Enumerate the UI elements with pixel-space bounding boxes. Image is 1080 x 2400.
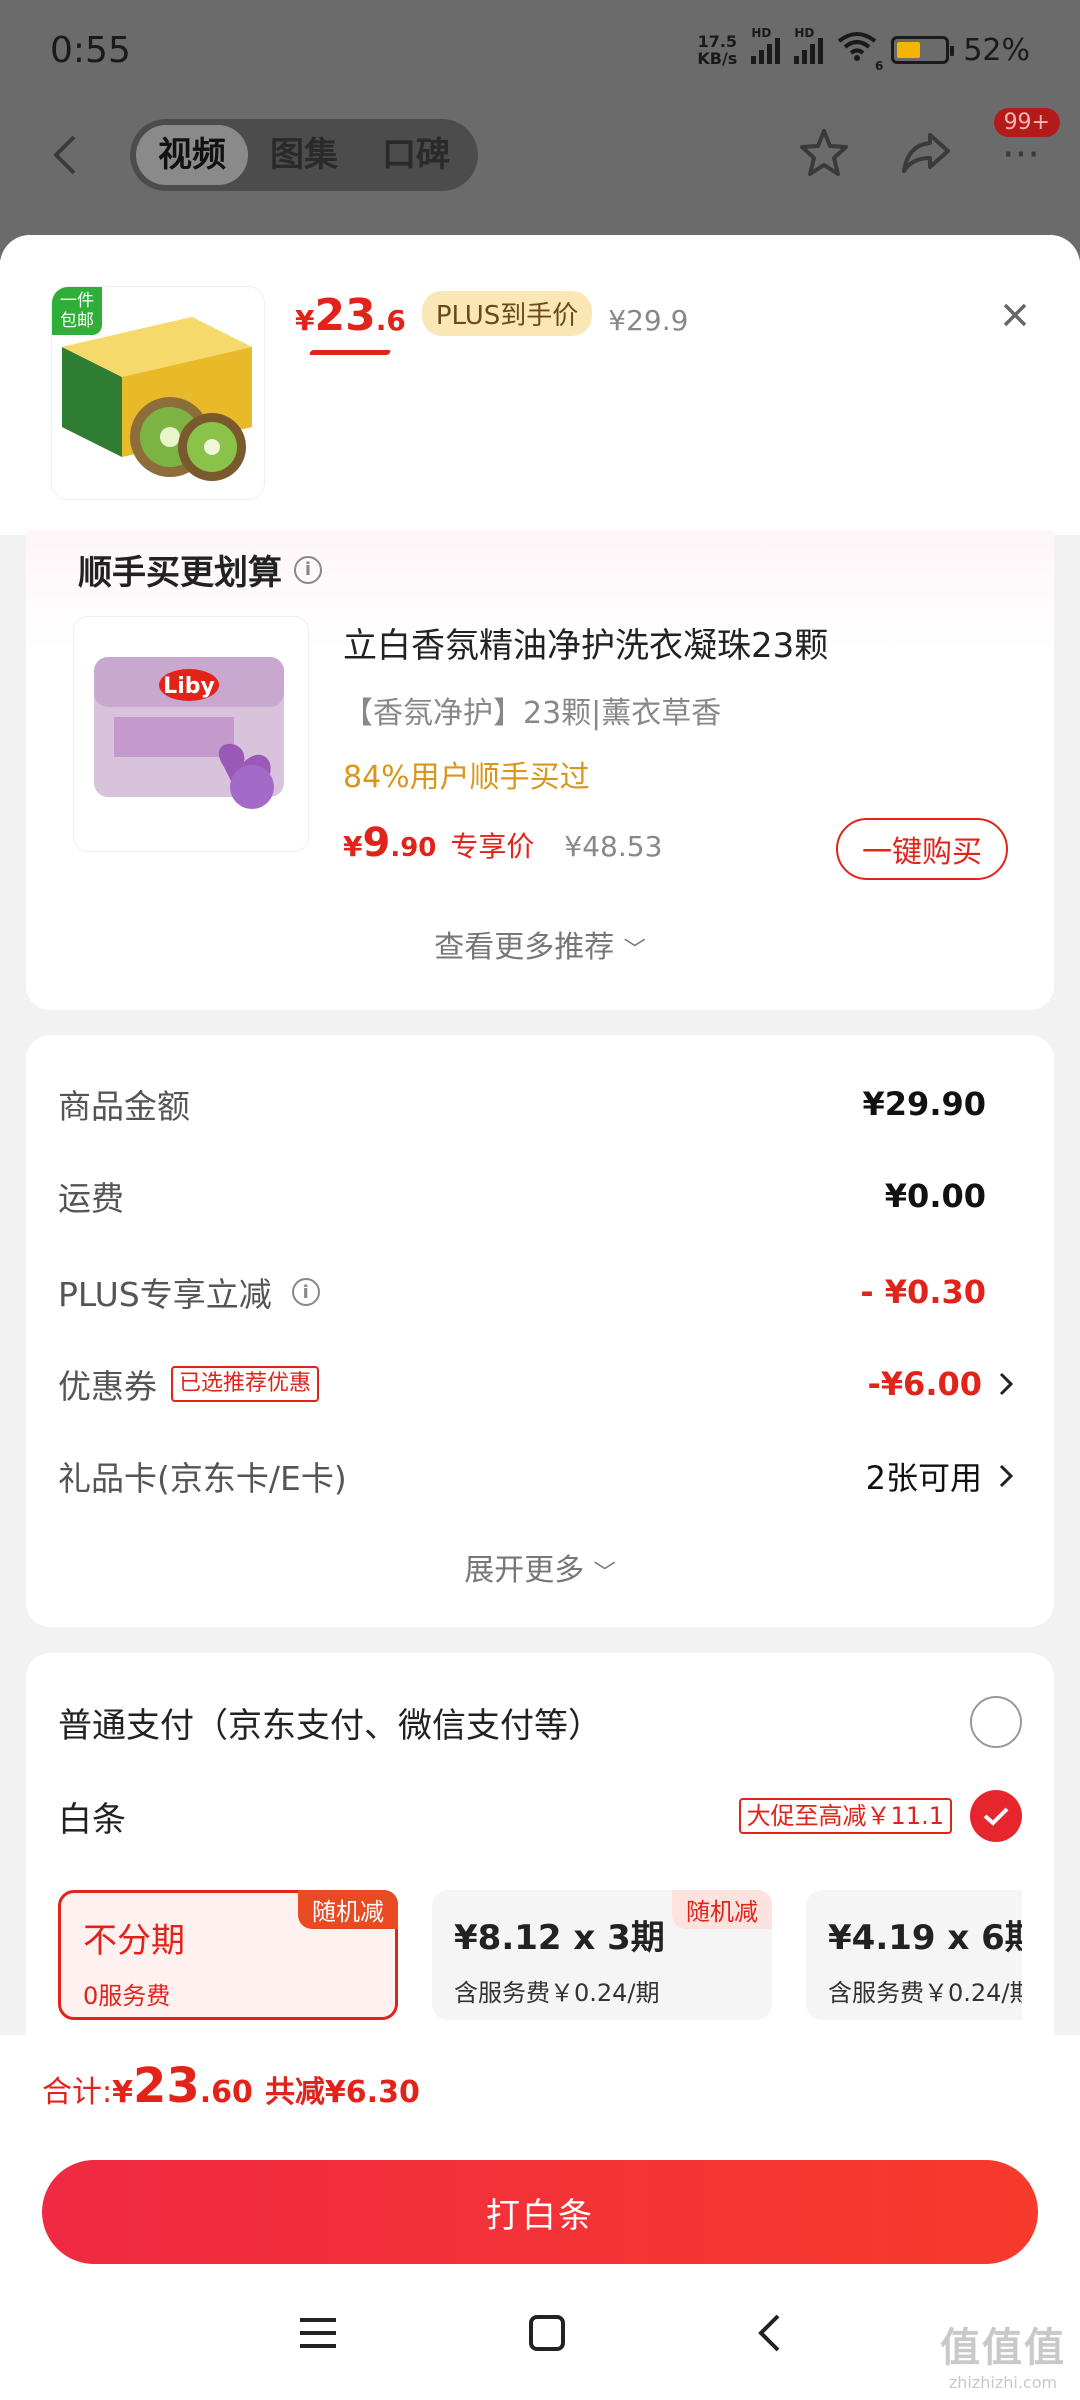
coupon-value: -¥6.00: [867, 1365, 983, 1403]
message-badge: 99+: [993, 108, 1060, 137]
original-price: ¥29.9: [608, 304, 689, 337]
installment-option-none[interactable]: 随机减 不分期 0服务费: [58, 1890, 398, 2020]
coupon-value-group: -¥6.00: [868, 1365, 1019, 1403]
tab-reviews[interactable]: 口碑: [360, 125, 472, 185]
recommend-bought-rate: 84%用户顺手买过: [343, 760, 590, 795]
price-underline: [308, 350, 392, 355]
back-arrow-icon[interactable]: [40, 130, 90, 180]
free-shipping-tag: 一件 包邮: [52, 287, 102, 335]
recommend-product-spec: 【香氛净护】23颗|薰衣草香: [343, 696, 722, 731]
wifi-icon: 6: [837, 31, 883, 73]
product-thumbnail: 一件 包邮: [52, 287, 264, 499]
chevron-right-icon: [998, 1369, 1018, 1399]
watermark: 值值值 zhizhizhi.com: [940, 2325, 1066, 2392]
network-speed: 17.5 KB/s: [697, 32, 738, 68]
media-tabs: 视频 图集 口碑: [130, 119, 478, 191]
chevron-down-icon: ﹀: [593, 1561, 616, 1586]
star-icon[interactable]: [798, 128, 850, 182]
nav-actions: ··· 99+: [798, 108, 1060, 182]
close-icon[interactable]: [990, 290, 1040, 340]
recommend-product-image[interactable]: Liby: [74, 617, 308, 851]
shipping-value: ¥0.00: [884, 1177, 986, 1215]
product-price: ¥23.6: [295, 290, 406, 341]
chevron-down-icon: ﹀: [623, 938, 646, 963]
recommend-title: 顺手买更划算 i: [78, 545, 322, 594]
random-discount-tag: 随机减: [298, 1890, 398, 1929]
info-icon[interactable]: i: [291, 1278, 320, 1306]
normal-payment-radio[interactable]: [970, 1696, 1022, 1748]
chevron-right-icon: [998, 1461, 1018, 1491]
svg-text:Liby: Liby: [163, 674, 215, 699]
plus-discount-value: - ¥0.30: [860, 1273, 986, 1311]
tab-gallery[interactable]: 图集: [248, 125, 360, 185]
menu-icon[interactable]: [298, 2316, 338, 2354]
recommend-original-price: ¥48.53: [564, 830, 663, 863]
signal-icon-1: HD: [751, 26, 781, 64]
system-nav-bar: [0, 2290, 1080, 2380]
order-total: 合计: ¥ 23 .60 共减¥6.30: [42, 2058, 420, 2114]
gift-card-row[interactable]: 礼品卡(京东卡/E卡) 2张可用: [58, 1452, 1018, 1500]
recommend-price-row: ¥9.90 专享价 ¥48.53: [343, 820, 662, 866]
status-time: 0:55: [50, 29, 131, 71]
random-discount-tag: 随机减: [672, 1890, 772, 1929]
baitiao-payment-row[interactable]: 白条 大促至高减￥11.1: [58, 1790, 1022, 1842]
plus-discount-row: PLUS专享立减 i - ¥0.30: [58, 1273, 986, 1314]
back-icon[interactable]: [756, 2313, 782, 2357]
installment-options: 随机减 不分期 0服务费 随机减 ¥8.12 x 3期 含服务费￥0.24/期 …: [58, 1890, 1022, 2020]
recommend-price: ¥9.90: [343, 820, 437, 866]
expand-more-link[interactable]: 展开更多 ﹀: [0, 1545, 1080, 1589]
status-icons: 17.5 KB/s HD HD 6 52%: [697, 26, 1030, 73]
battery-icon: [891, 36, 955, 64]
goods-amount-value: ¥29.90: [862, 1085, 986, 1123]
baitiao-promo-tag: 大促至高减￥11.1: [738, 1798, 952, 1834]
check-icon: [983, 1807, 1009, 1826]
coupon-selected-tag: 已选推荐优惠: [171, 1366, 320, 1402]
more-recommend-link[interactable]: 查看更多推荐 ﹀: [0, 922, 1080, 966]
signal-icon-2: HD: [794, 26, 824, 64]
home-icon[interactable]: [528, 2314, 566, 2356]
goods-amount-row: 商品金额 ¥29.90: [58, 1085, 986, 1126]
coupon-row[interactable]: 优惠券 已选推荐优惠 -¥6.00: [58, 1360, 1018, 1408]
plus-price-tag: PLUS到手价: [421, 291, 593, 336]
recommend-product-name[interactable]: 立白香氛精油净护洗衣凝珠23颗: [343, 618, 828, 667]
installment-option-6[interactable]: ¥4.19 x 6期 含服务费￥0.24/期: [806, 1890, 1022, 2020]
product-price-row: ¥23.6 PLUS到手价 ¥29.9: [295, 290, 688, 342]
battery-percent: 52%: [963, 32, 1030, 68]
total-saved: 共减¥6.30: [264, 2075, 420, 2110]
gift-card-value: 2张可用: [865, 1459, 982, 1497]
pay-baitiao-button[interactable]: 打白条: [42, 2160, 1038, 2264]
exclusive-price-label: 专享价: [450, 830, 535, 863]
total-amount: 23: [132, 2058, 200, 2114]
shipping-row: 运费 ¥0.00: [58, 1177, 986, 1218]
tab-video[interactable]: 视频: [136, 125, 248, 185]
baitiao-radio-checked[interactable]: [970, 1790, 1022, 1842]
one-click-buy-button[interactable]: 一键购买: [836, 818, 1008, 880]
gift-card-value-group: 2张可用: [866, 1453, 1018, 1499]
normal-payment-row[interactable]: 普通支付（京东支付、微信支付等）: [58, 1696, 1022, 1748]
more-icon[interactable]: ···: [1002, 132, 1040, 178]
status-bar: 0:55 17.5 KB/s HD HD 6 52%: [0, 0, 1080, 100]
top-nav: 视频 图集 口碑 ··· 99+: [0, 108, 1080, 195]
share-icon[interactable]: [900, 131, 952, 179]
info-icon[interactable]: i: [294, 555, 322, 584]
installment-option-3[interactable]: 随机减 ¥8.12 x 3期 含服务费￥0.24/期: [432, 1890, 772, 2020]
